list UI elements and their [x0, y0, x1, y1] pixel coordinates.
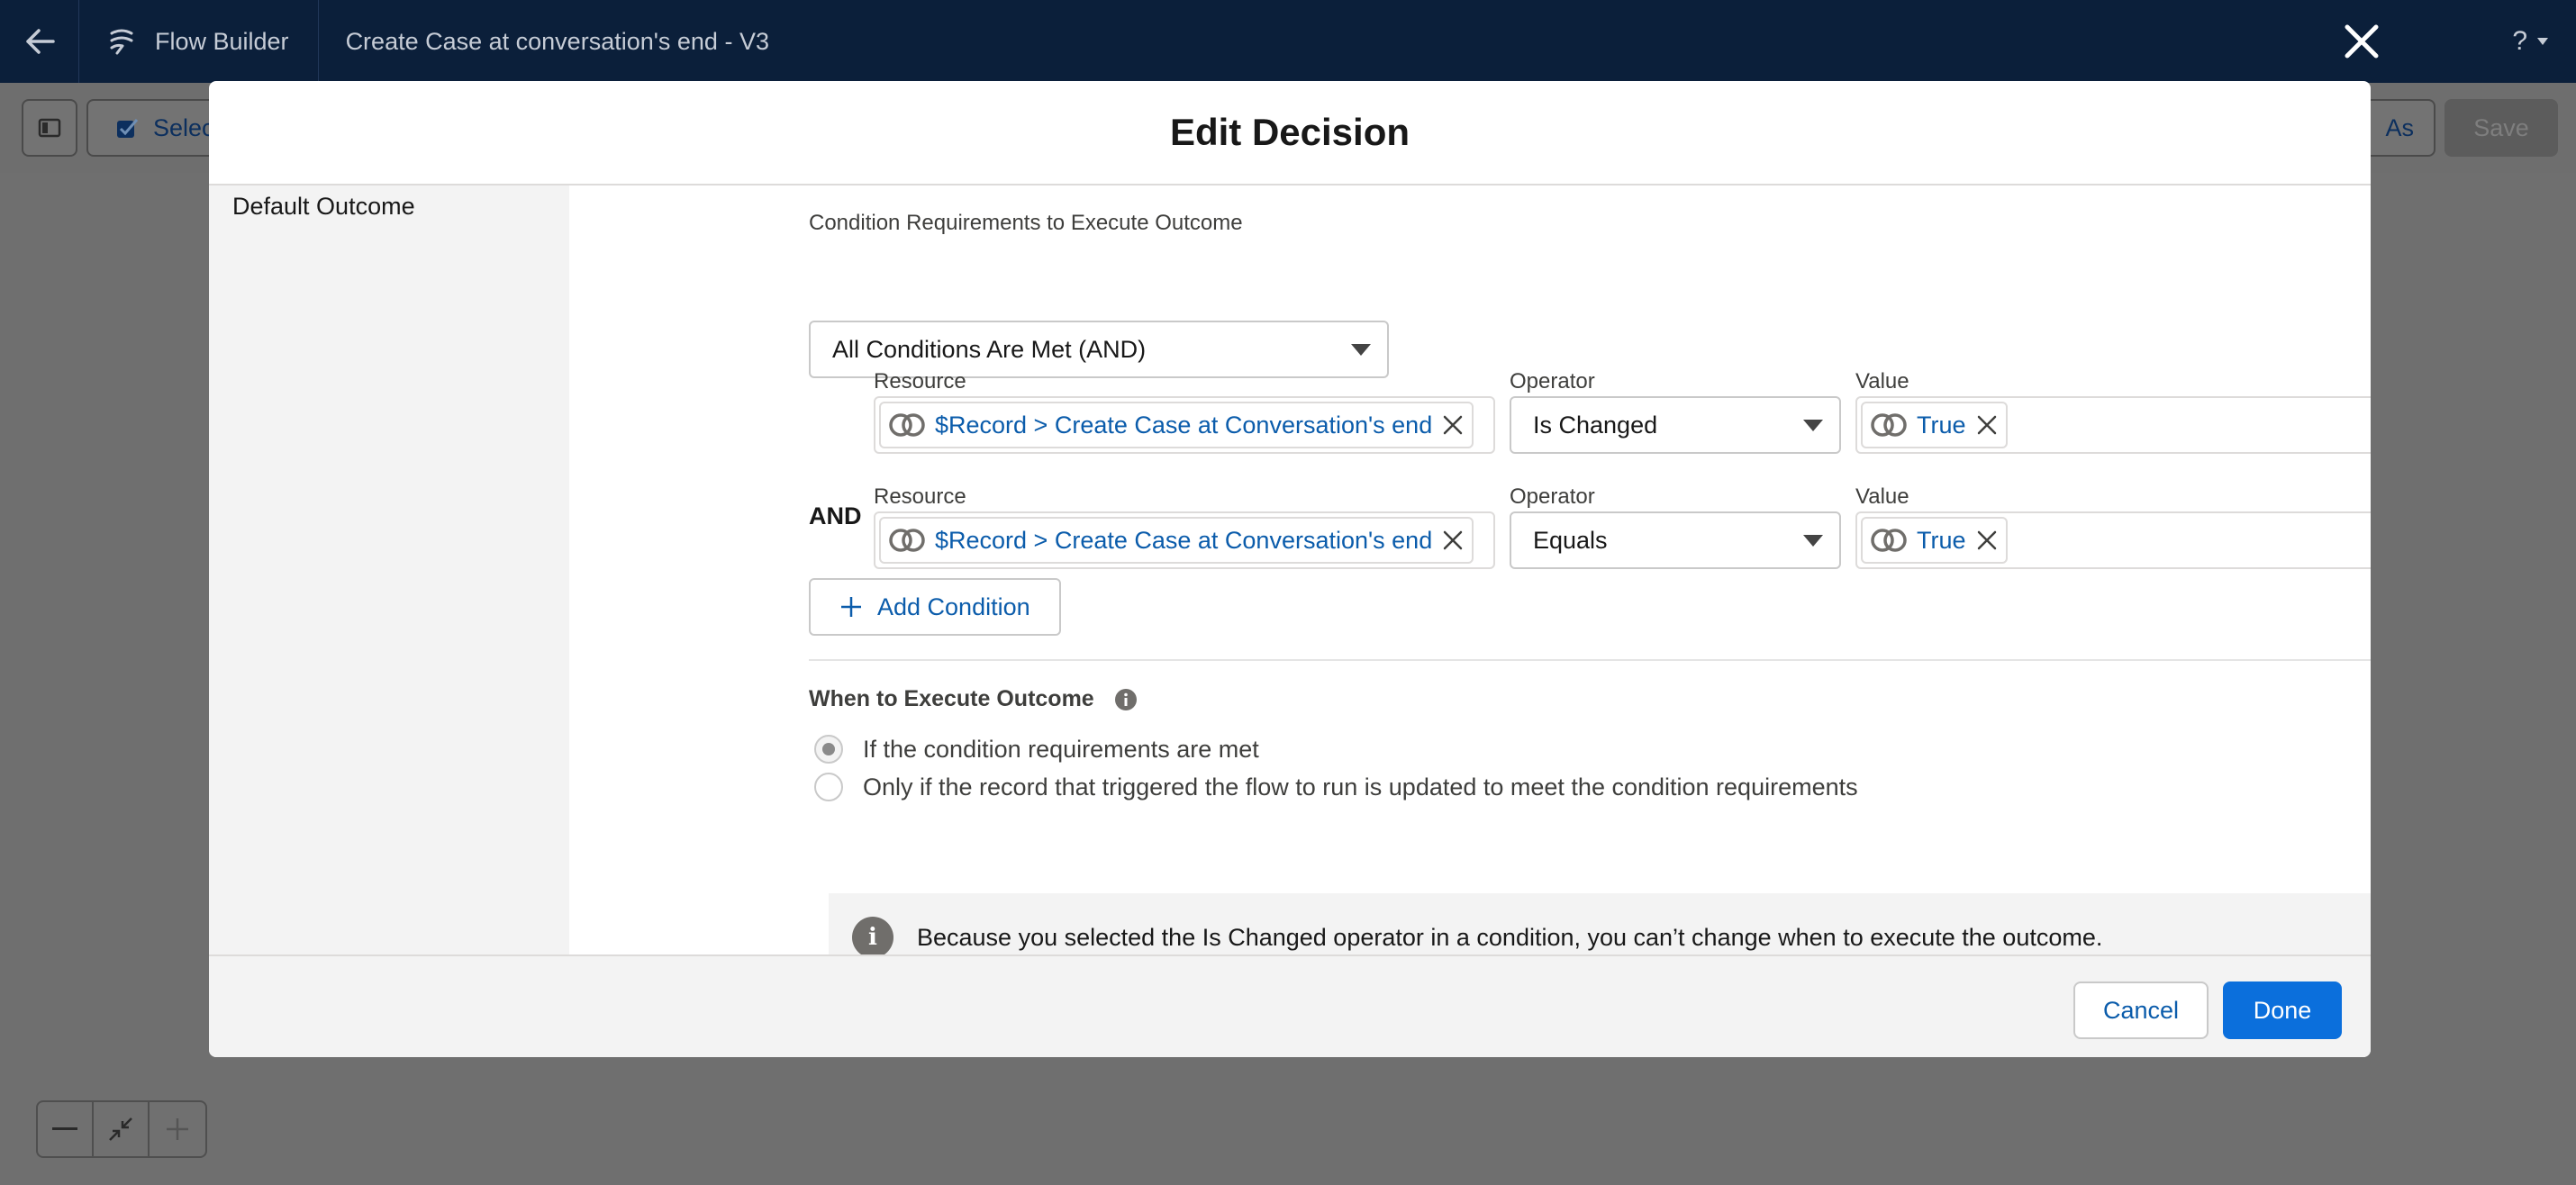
caret-down-icon	[1351, 344, 1371, 356]
cancel-button[interactable]: Cancel	[2073, 981, 2209, 1039]
operator-label: Operator	[1510, 369, 1595, 393]
close-icon	[2345, 24, 2379, 59]
when-to-execute-title: When to Execute Outcome	[809, 686, 1138, 712]
plus-icon	[167, 1118, 188, 1140]
radio-button[interactable]	[814, 773, 843, 801]
save-button[interactable]: Save	[2444, 99, 2558, 157]
caret-down-icon	[1803, 420, 1823, 431]
zoom-out-button[interactable]	[38, 1102, 94, 1156]
caret-down-icon	[1803, 535, 1823, 547]
boolean-icon	[1871, 413, 1907, 437]
record-icon	[889, 413, 925, 437]
resource-pill[interactable]: $Record > Create Case at Conversation's …	[879, 402, 1474, 448]
modal-title: Edit Decision	[1169, 111, 1410, 153]
boolean-icon	[1871, 529, 1907, 552]
resource-field[interactable]: $Record > Create Case at Conversation's …	[874, 396, 1495, 454]
condition-logic-label: AND	[809, 502, 862, 529]
flow-name: Create Case at conversation's end - V3	[345, 27, 769, 55]
value-text: True	[1917, 411, 1966, 439]
add-condition-label: Add Condition	[877, 592, 1030, 620]
outcomes-list: Default Outcome	[209, 185, 569, 954]
info-icon[interactable]	[1114, 688, 1138, 711]
add-condition-button[interactable]: Add Condition	[809, 578, 1061, 636]
value-field[interactable]: True	[1855, 511, 2371, 569]
radio-option-record-updated[interactable]: Only if the record that triggered the fl…	[814, 773, 1858, 801]
app-name: Flow Builder	[155, 27, 289, 55]
help-icon: ?	[2512, 26, 2527, 56]
value-pill[interactable]: True	[1861, 402, 2008, 448]
app-header: Flow Builder Create Case at conversation…	[0, 0, 2576, 83]
zoom-in-button[interactable]	[150, 1102, 205, 1156]
radio-button[interactable]	[814, 735, 843, 764]
resource-field[interactable]: $Record > Create Case at Conversation's …	[874, 511, 1495, 569]
resource-label: Resource	[874, 484, 966, 509]
toggle-panel-button[interactable]	[22, 99, 77, 157]
zoom-controls	[36, 1100, 207, 1158]
condition-requirements-label: Condition Requirements to Execute Outcom…	[809, 211, 1243, 235]
resource-label: Resource	[874, 369, 966, 393]
checkbox-icon	[117, 119, 139, 138]
condition-requirements-value: All Conditions Are Met (AND)	[832, 335, 1147, 363]
fit-view-button[interactable]	[94, 1102, 150, 1156]
contract-icon	[109, 1117, 132, 1141]
plus-icon	[841, 597, 861, 617]
value-label: Value	[1855, 484, 1909, 509]
remove-pill-icon[interactable]	[1441, 413, 1465, 437]
app-launcher: Flow Builder	[79, 0, 319, 83]
value-label: Value	[1855, 369, 1909, 393]
arrow-left-icon	[25, 29, 55, 54]
operator-value: Is Changed	[1533, 411, 1658, 439]
edit-decision-modal: Edit Decision Default Outcome Condition …	[209, 81, 2371, 1057]
operator-select[interactable]: Equals	[1510, 511, 1841, 569]
resource-value: $Record > Create Case at Conversation's …	[935, 411, 1433, 439]
value-pill[interactable]: True	[1861, 517, 2008, 564]
value-field[interactable]: True	[1855, 396, 2371, 454]
back-button[interactable]	[0, 0, 79, 83]
operator-select[interactable]: Is Changed	[1510, 396, 1841, 454]
remove-pill-icon[interactable]	[1975, 529, 1999, 552]
section-divider	[809, 659, 2371, 661]
remove-pill-icon[interactable]	[1975, 413, 1999, 437]
done-button[interactable]: Done	[2223, 981, 2342, 1039]
modal-header: Edit Decision	[209, 81, 2371, 185]
radio-option-condition-met[interactable]: If the condition requirements are met	[814, 735, 1259, 764]
radio-label: If the condition requirements are met	[863, 735, 1259, 763]
resource-pill[interactable]: $Record > Create Case at Conversation's …	[879, 517, 1474, 564]
select-label: Selec	[153, 113, 214, 141]
modal-close-button[interactable]	[2333, 13, 2390, 70]
operator-value: Equals	[1533, 526, 1608, 554]
modal-body: Default Outcome Condition Requirements t…	[209, 185, 2371, 981]
info-icon: i	[852, 917, 893, 958]
flow-icon	[110, 29, 133, 55]
notice-text: Because you selected the Is Changed oper…	[917, 923, 2103, 951]
outcome-details: Condition Requirements to Execute Outcom…	[569, 185, 2371, 981]
operator-label: Operator	[1510, 484, 1595, 509]
panel-icon	[38, 118, 61, 138]
help-menu[interactable]: ?	[2512, 26, 2549, 57]
modal-footer: Cancel Done	[209, 954, 2371, 1057]
outcome-item-default[interactable]: Default Outcome	[232, 193, 415, 221]
when-to-execute-label: When to Execute Outcome	[809, 686, 1094, 711]
value-text: True	[1917, 526, 1966, 554]
radio-label: Only if the record that triggered the fl…	[863, 773, 1858, 801]
chevron-down-icon	[2537, 38, 2548, 45]
resource-value: $Record > Create Case at Conversation's …	[935, 526, 1433, 554]
minus-icon	[52, 1127, 77, 1130]
remove-pill-icon[interactable]	[1441, 529, 1465, 552]
record-icon	[889, 529, 925, 552]
